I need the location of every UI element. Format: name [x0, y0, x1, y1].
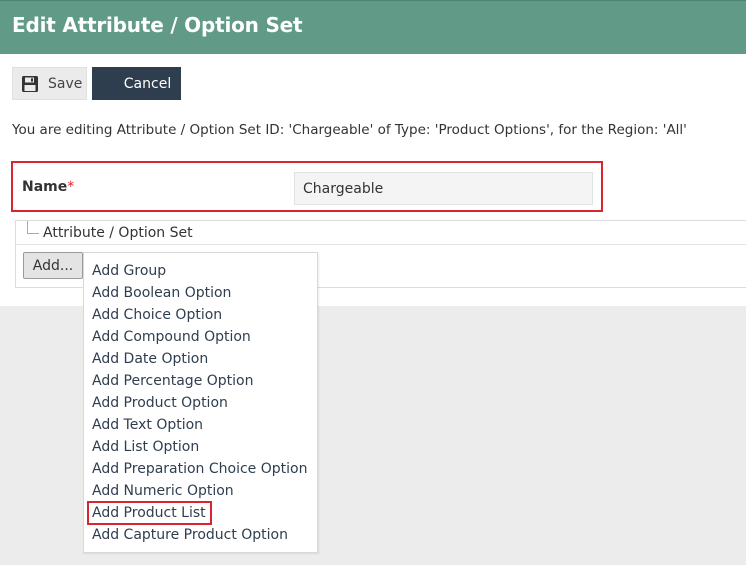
- menu-item-add-preparation-choice-option[interactable]: Add Preparation Choice Option: [92, 459, 307, 479]
- menu-item-add-text-option[interactable]: Add Text Option: [92, 415, 203, 435]
- menu-item-add-boolean-option[interactable]: Add Boolean Option: [92, 283, 231, 303]
- menu-item-add-date-option[interactable]: Add Date Option: [92, 349, 208, 369]
- tree-divider: [16, 244, 746, 245]
- save-button[interactable]: Save: [12, 67, 87, 100]
- menu-item-add-capture-product-option[interactable]: Add Capture Product Option: [92, 525, 288, 545]
- required-marker: *: [67, 179, 75, 195]
- name-field-row: Name*: [11, 161, 603, 212]
- save-button-label: Save: [48, 75, 83, 92]
- menu-item-add-group[interactable]: Add Group: [92, 261, 166, 281]
- page-title: Edit Attribute / Option Set: [12, 13, 303, 37]
- add-button[interactable]: Add...: [23, 252, 83, 279]
- name-label-text: Name: [22, 179, 68, 195]
- menu-item-add-product-option[interactable]: Add Product Option: [92, 393, 228, 413]
- add-dropdown-menu: Add Group Add Boolean Option Add Choice …: [83, 252, 318, 553]
- tree-root-node[interactable]: Attribute / Option Set: [43, 225, 193, 241]
- menu-item-add-product-list[interactable]: Add Product List: [92, 503, 206, 523]
- floppy-disk-icon: [21, 75, 39, 93]
- menu-item-add-percentage-option[interactable]: Add Percentage Option: [92, 371, 254, 391]
- tree-connector-line: [27, 221, 39, 234]
- menu-item-add-choice-option[interactable]: Add Choice Option: [92, 305, 222, 325]
- name-field-label: Name*: [22, 179, 74, 195]
- cancel-button-label: Cancel: [123, 75, 172, 92]
- name-input[interactable]: [294, 172, 593, 205]
- menu-item-add-list-option[interactable]: Add List Option: [92, 437, 199, 457]
- menu-item-add-compound-option[interactable]: Add Compound Option: [92, 327, 251, 347]
- cancel-button[interactable]: Cancel: [92, 67, 181, 100]
- editing-info-text: You are editing Attribute / Option Set I…: [12, 122, 687, 138]
- page-header: Edit Attribute / Option Set: [0, 0, 746, 54]
- menu-item-add-numeric-option[interactable]: Add Numeric Option: [92, 481, 234, 501]
